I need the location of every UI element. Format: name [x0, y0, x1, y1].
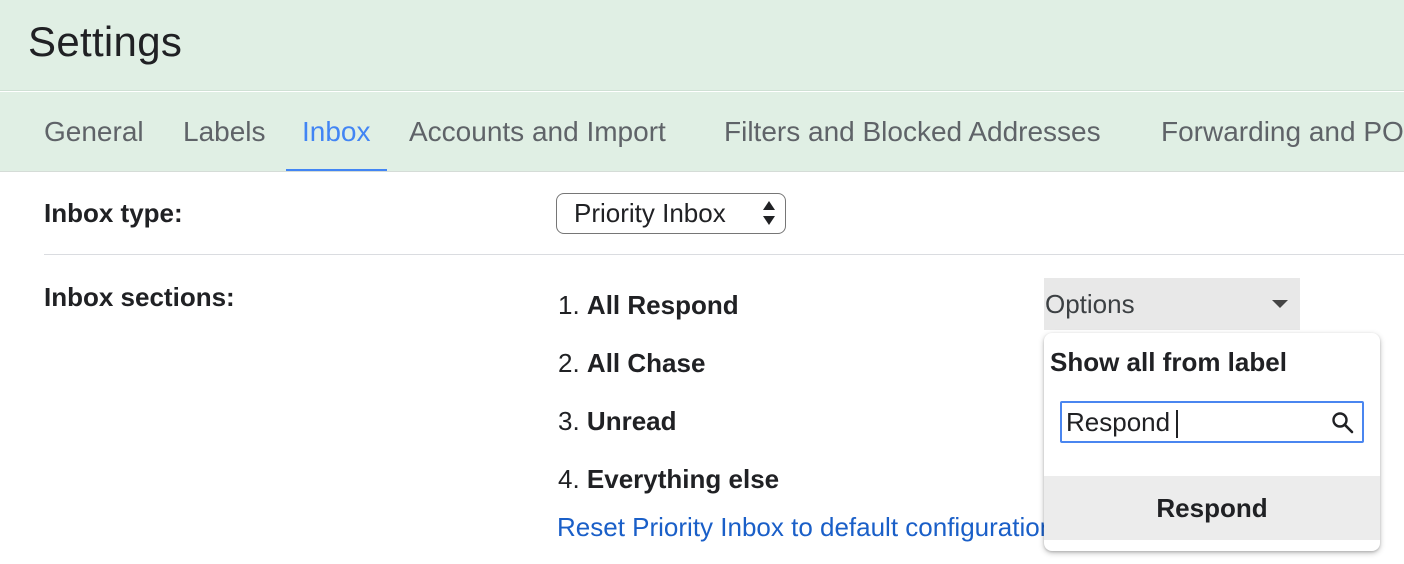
- options-label: Options: [1045, 289, 1135, 319]
- section-name: Unread: [586, 406, 677, 436]
- inbox-type-selected-value: Priority Inbox: [574, 198, 726, 228]
- section-name: All Chase: [586, 348, 706, 378]
- section-number: 3.: [558, 406, 580, 436]
- options-dropdown-button[interactable]: Options: [1044, 278, 1300, 330]
- settings-tabs: General Labels Inbox Accounts and Import…: [0, 92, 1404, 172]
- tab-inbox[interactable]: Inbox: [286, 92, 387, 171]
- label-result-item[interactable]: Respond: [1044, 476, 1380, 540]
- section-number: 4.: [558, 464, 580, 494]
- section-name: All Respond: [586, 290, 739, 320]
- text-cursor: [1176, 410, 1178, 438]
- inbox-section-item: 1. All Respond: [558, 290, 739, 321]
- popup-heading: Show all from label: [1050, 347, 1287, 377]
- page-title: Settings: [28, 18, 183, 65]
- tab-filters-and-blocked-addresses[interactable]: Filters and Blocked Addresses: [708, 92, 1117, 171]
- label-search-box[interactable]: [1060, 401, 1364, 443]
- section-number: 2.: [558, 348, 580, 378]
- tab-general[interactable]: General: [28, 92, 160, 171]
- inbox-section-item: 4. Everything else: [558, 464, 779, 495]
- label-search-input[interactable]: [1066, 406, 1316, 438]
- select-arrows-icon: [763, 201, 775, 225]
- settings-header: Settings: [0, 0, 1404, 91]
- search-icon: [1332, 412, 1354, 434]
- tab-accounts-and-import[interactable]: Accounts and Import: [393, 92, 682, 171]
- options-popup-menu: Show all from label Respond: [1044, 333, 1380, 551]
- inbox-type-select[interactable]: Priority Inbox: [556, 193, 786, 234]
- settings-page: Settings General Labels Inbox Accounts a…: [0, 0, 1404, 564]
- reset-priority-inbox-link[interactable]: Reset Priority Inbox to default configur…: [557, 512, 1054, 543]
- section-number: 1.: [558, 290, 580, 320]
- tab-labels[interactable]: Labels: [167, 92, 282, 171]
- inbox-sections-label: Inbox sections:: [44, 282, 235, 312]
- chevron-down-icon: [1272, 300, 1288, 308]
- section-divider: [44, 254, 1404, 255]
- inbox-type-label: Inbox type:: [44, 198, 183, 228]
- inbox-section-item: 3. Unread: [558, 406, 677, 437]
- tab-forwarding-and-pop[interactable]: Forwarding and POP/IMAP: [1145, 92, 1404, 171]
- inbox-section-item: 2. All Chase: [558, 348, 705, 379]
- section-name: Everything else: [586, 464, 780, 494]
